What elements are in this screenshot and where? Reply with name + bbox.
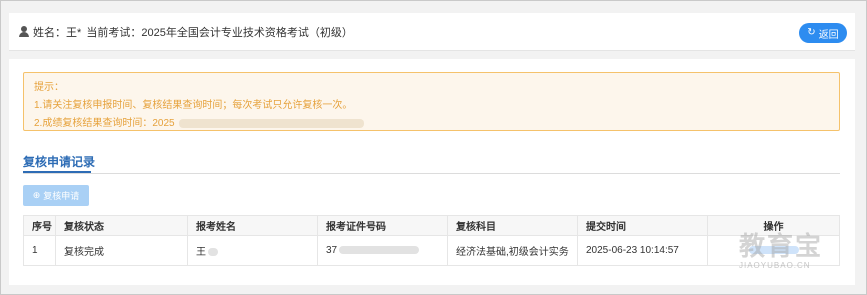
blurred-name (208, 248, 218, 257)
main-content: 提示： 1.请关注复核申报时间、复核结果查询时间；每次考试只允许复核一次。 2.… (9, 59, 855, 285)
tab-divider (23, 173, 840, 174)
top-bar: 姓名：王* 当前考试：2025年全国会计专业技术资格考试（初级） ↻ 返回 (9, 13, 855, 51)
apply-review-button[interactable]: ⊕ 复核申请 (23, 185, 89, 206)
notice-line-1: 1.请关注复核申报时间、复核结果查询时间；每次考试只允许复核一次。 (34, 100, 353, 111)
apply-review-label: 复核申请 (43, 191, 80, 201)
col-time: 提交时间 (577, 215, 708, 236)
plus-circle-icon: ⊕ (32, 190, 41, 200)
notice-line-2-text: 2.成绩复核结果查询时间：2025 (34, 118, 175, 129)
candidate-name: 姓名：王* (33, 27, 82, 39)
back-button[interactable]: ↻ 返回 (799, 23, 847, 43)
table-row: 1 复核完成 王 37 经济法基础,初级会计实务 2025-06-23 10:1… (23, 235, 840, 266)
col-index: 序号 (23, 215, 56, 236)
col-id: 报考证件号码 (317, 215, 448, 236)
notice-line-2: 2.成绩复核结果查询时间：2025 (34, 115, 829, 133)
row-subjects: 经济法基础,初级会计实务 (447, 235, 578, 266)
col-status: 复核状态 (55, 215, 188, 236)
page-frame: 姓名：王* 当前考试：2025年全国会计专业技术资格考试（初级） ↻ 返回 提示… (0, 0, 867, 295)
review-table: 序号 复核状态 报考姓名 报考证件号码 复核科目 提交时间 操作 1 复核完成 … (23, 215, 840, 266)
row-actions (707, 235, 840, 266)
table-header-row: 序号 复核状态 报考姓名 报考证件号码 复核科目 提交时间 操作 (23, 215, 840, 236)
row-index: 1 (23, 235, 56, 266)
tab-review-records[interactable]: 复核申请记录 (23, 153, 95, 170)
col-actions: 操作 (707, 215, 840, 236)
refresh-icon: ↻ (807, 27, 816, 38)
row-status: 复核完成 (55, 235, 188, 266)
row-name: 王 (187, 235, 318, 266)
current-exam: 当前考试：2025年全国会计专业技术资格考试（初级） (86, 27, 353, 39)
row-name-text: 王 (196, 247, 206, 258)
row-time: 2025-06-23 10:14:57 (577, 235, 708, 266)
view-result-link[interactable] (748, 246, 799, 255)
row-id: 37 (317, 235, 448, 266)
blurred-id (339, 246, 420, 255)
blurred-text (178, 118, 364, 128)
user-icon (19, 26, 29, 37)
user-info: 姓名：王* 当前考试：2025年全国会计专业技术资格考试（初级） (33, 24, 355, 40)
notice-box: 提示： 1.请关注复核申报时间、复核结果查询时间；每次考试只允许复核一次。 2.… (23, 72, 840, 131)
col-name: 报考姓名 (187, 215, 318, 236)
col-subjects: 复核科目 (447, 215, 578, 236)
row-id-text: 37 (326, 245, 338, 256)
notice-title: 提示： (34, 82, 64, 93)
back-button-label: 返回 (818, 29, 839, 41)
